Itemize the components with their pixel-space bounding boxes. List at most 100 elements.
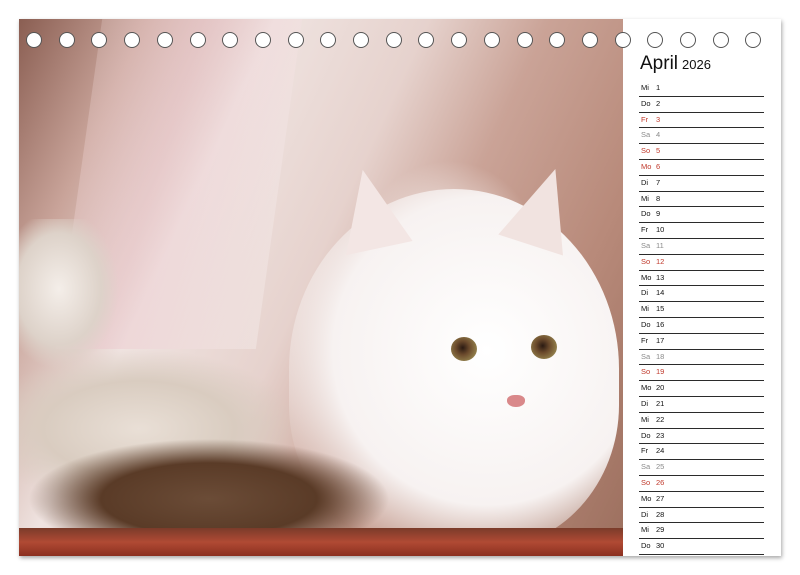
day-number: 29 (656, 525, 665, 535)
day-row: Sa 11 (639, 239, 764, 255)
day-row: Di 7 (639, 176, 764, 192)
weekday-label: So (641, 367, 651, 377)
day-row: So 19 (639, 365, 764, 382)
kitten-left-eye (451, 337, 477, 361)
day-row: So 12 (639, 255, 764, 271)
day-row: Di 21 (639, 397, 764, 413)
day-row: Mi 1 (639, 81, 764, 97)
day-number: 5 (656, 146, 661, 156)
day-row: Mi 8 (639, 192, 764, 208)
weekday-label: Di (641, 177, 649, 187)
year-label: 2026 (682, 57, 711, 72)
weekday-label: Fr (641, 225, 649, 235)
weekday-label: Mo (641, 161, 652, 171)
binding-ring (156, 32, 173, 48)
weekday-label: Sa (641, 240, 651, 250)
day-row: Mi 22 (639, 413, 764, 429)
day-number: 9 (656, 209, 661, 219)
binding-ring (353, 32, 369, 48)
day-row: Fr 10 (639, 223, 764, 239)
kitten-right-eye (531, 335, 557, 359)
day-row: Mo 13 (639, 271, 764, 287)
binding-ring (385, 32, 402, 48)
weekday-label: Fr (641, 335, 649, 345)
weekday-label: So (641, 256, 651, 266)
binding-ring (418, 32, 435, 48)
kitten-photo (19, 19, 623, 556)
day-number: 8 (656, 193, 661, 203)
binding-ring (581, 32, 598, 48)
day-number: 13 (656, 272, 665, 282)
binding-ring (58, 32, 75, 48)
weekday-label: Do (641, 319, 651, 329)
day-row: Do 2 (639, 97, 764, 113)
weekday-label: So (641, 477, 651, 487)
photo-rug (19, 528, 623, 556)
day-row: Do 16 (639, 318, 764, 334)
day-row: Sa 18 (639, 350, 764, 366)
day-number: 22 (656, 414, 665, 424)
day-row: Fr 24 (639, 444, 764, 461)
kitten-nose (507, 395, 525, 407)
binding-ring (91, 32, 108, 48)
day-number: 19 (656, 367, 665, 377)
day-number: 1 (656, 83, 661, 92)
binding-ring (712, 32, 729, 48)
binding-ring (516, 32, 533, 48)
day-row: Mo 27 (639, 492, 764, 508)
day-number: 17 (656, 335, 665, 345)
day-number: 20 (656, 383, 665, 393)
day-number: 3 (656, 114, 661, 124)
binding-ring (26, 32, 42, 48)
sandal-figure (19, 349, 389, 549)
binding-ring (614, 32, 631, 48)
day-row: Mi 15 (639, 302, 764, 318)
day-row: Do 23 (639, 429, 764, 445)
binding-ring (549, 32, 566, 48)
month-name: April (640, 53, 679, 74)
day-row: Fr 3 (639, 113, 764, 129)
weekday-label: Di (641, 398, 649, 408)
day-list: Mi 1 Do 2 Fr 3 Sa 4 So 5 Mo 6 Di 7 Mi 8 Do 9 Fr 10 Sa 11 So 12 M… (639, 81, 764, 555)
binding-ring (222, 32, 239, 48)
weekday-label: Mi (641, 193, 649, 203)
day-number: 6 (656, 161, 661, 171)
binding-ring (745, 32, 762, 48)
binding-ring (451, 32, 468, 48)
binding-rings (26, 32, 774, 52)
weekday-label: Do (641, 98, 651, 108)
day-row: Mi 29 (639, 523, 764, 540)
day-number: 25 (656, 462, 665, 472)
weekday-label: Mi (641, 414, 649, 424)
day-number: 18 (656, 351, 665, 361)
weekday-label: Mo (641, 493, 652, 503)
weekday-label: Sa (641, 130, 651, 140)
day-number: 2 (656, 98, 661, 108)
day-row: Di 14 (639, 286, 764, 303)
day-row: Do 30 (639, 539, 764, 555)
sandal-strap (19, 219, 139, 369)
day-row: Fr 17 (639, 334, 764, 350)
weekday-label: Di (641, 288, 649, 298)
day-number: 14 (656, 288, 665, 298)
binding-ring (254, 32, 271, 48)
binding-ring (680, 32, 696, 48)
day-number: 27 (656, 493, 665, 503)
binding-ring (320, 32, 337, 48)
weekday-label: So (641, 146, 651, 156)
weekday-label: Mo (641, 383, 652, 393)
weekday-label: Fr (641, 114, 649, 124)
day-number: 21 (656, 398, 665, 408)
day-number: 15 (656, 304, 665, 314)
day-number: 7 (656, 177, 661, 187)
day-number: 10 (656, 225, 665, 235)
day-number: 26 (656, 477, 665, 487)
day-number: 23 (656, 430, 665, 440)
weekday-label: Do (641, 430, 651, 440)
weekday-label: Mi (641, 525, 649, 535)
binding-ring (124, 32, 141, 48)
weekday-label: Mi (641, 304, 649, 314)
day-row: Do 9 (639, 207, 764, 224)
day-number: 30 (656, 541, 665, 551)
weekday-label: Fr (641, 446, 649, 456)
